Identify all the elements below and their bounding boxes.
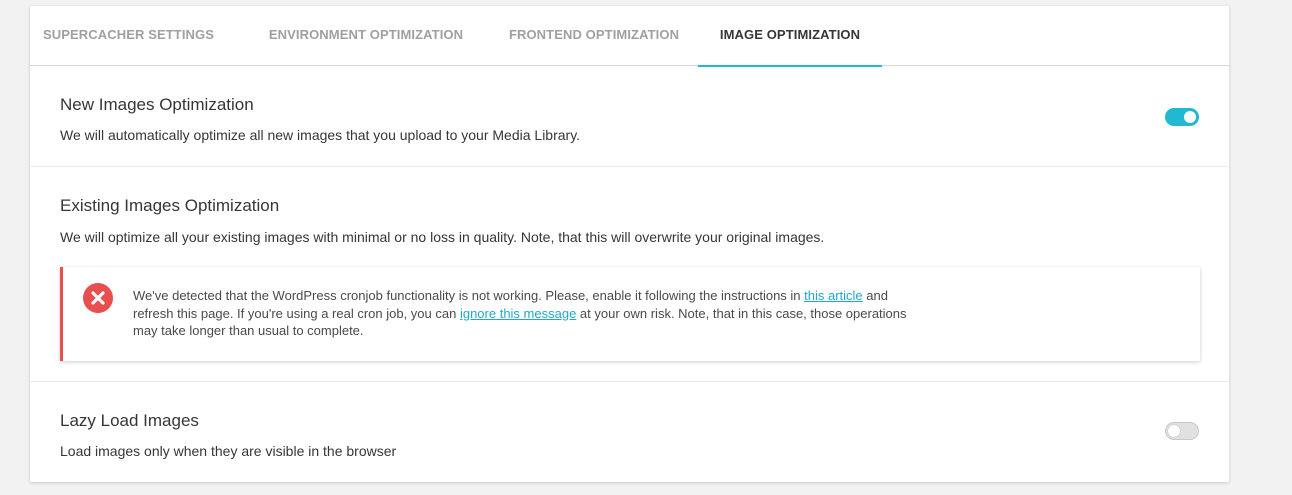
cronjob-error-alert: We've detected that the WordPress cronjo…: [60, 267, 1200, 361]
toggle-knob: [1184, 111, 1196, 123]
new-images-description: We will automatically optimize all new i…: [60, 127, 581, 143]
tab-environment-optimization[interactable]: ENVIRONMENT OPTIMIZATION: [255, 6, 477, 66]
alert-text-part-1: We've detected that the WordPress cronjo…: [133, 288, 805, 303]
error-x-icon: [83, 283, 113, 313]
lazy-load-title: Lazy Load Images: [60, 411, 199, 430]
this-article-link[interactable]: this article: [804, 288, 863, 303]
toggle-knob: [1168, 425, 1180, 437]
lazy-load-description: Load images only when they are visible i…: [60, 443, 397, 459]
existing-images-title: Existing Images Optimization: [60, 196, 280, 215]
new-images-toggle[interactable]: [1165, 108, 1199, 126]
tab-bar: SUPERCACHER SETTINGS ENVIRONMENT OPTIMIZ…: [30, 6, 1229, 67]
settings-card: SUPERCACHER SETTINGS ENVIRONMENT OPTIMIZ…: [30, 6, 1229, 482]
existing-images-description: We will optimize all your existing image…: [60, 229, 825, 245]
tab-frontend-optimization[interactable]: FRONTEND OPTIMIZATION: [495, 6, 693, 66]
tab-image-optimization[interactable]: IMAGE OPTIMIZATION: [698, 6, 882, 67]
ignore-message-link[interactable]: ignore this message: [460, 306, 576, 321]
new-images-title: New Images Optimization: [60, 95, 254, 114]
alert-message: We've detected that the WordPress cronjo…: [133, 287, 913, 340]
tab-supercacher-settings[interactable]: SUPERCACHER SETTINGS: [30, 6, 227, 66]
lazy-load-section: Lazy Load Images Load images only when t…: [30, 382, 1229, 482]
lazy-load-toggle[interactable]: [1165, 422, 1199, 440]
new-images-section: New Images Optimization We will automati…: [30, 67, 1229, 167]
existing-images-section: Existing Images Optimization We will opt…: [30, 167, 1229, 382]
